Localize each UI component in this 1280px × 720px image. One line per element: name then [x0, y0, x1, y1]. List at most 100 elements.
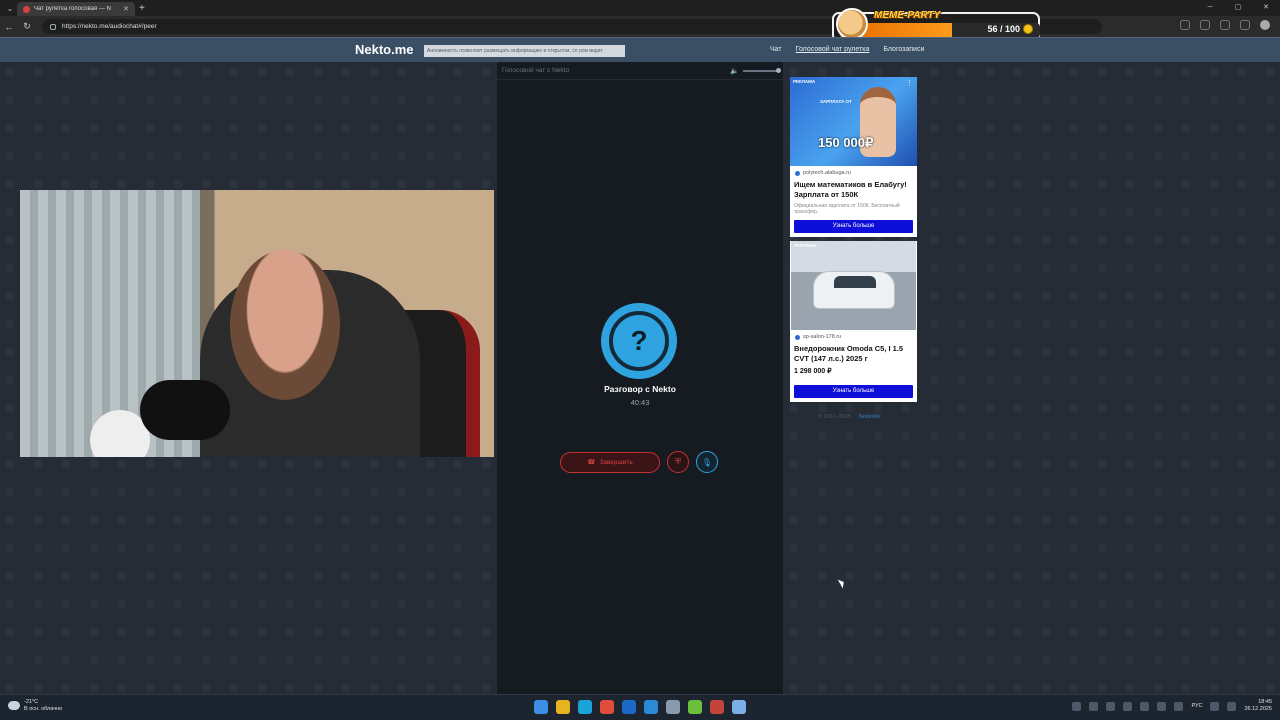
doge-icon: [836, 8, 868, 40]
footer-link[interactable]: NektoMe: [859, 414, 881, 420]
reader-icon[interactable]: [1180, 20, 1190, 30]
nav-item-chat[interactable]: Чат: [770, 46, 782, 53]
tray-app-icon[interactable]: [1174, 701, 1184, 711]
coin-icon: [1023, 24, 1033, 34]
ad-label: РЕКЛАМА: [794, 243, 817, 248]
volume-icon[interactable]: 🔈: [730, 67, 739, 75]
ad-title[interactable]: Ищем математиков в Елабугу! Зарплата от …: [794, 180, 913, 200]
voice-chat-panel: Голосовой чат с Nekto 🔈 ? Разговор с Nek…: [497, 62, 783, 694]
anonymity-notice: Анонимность позволяет размещать информац…: [424, 45, 625, 57]
taskbar-app-icon[interactable]: [600, 700, 614, 714]
taskbar-app-icon[interactable]: [710, 700, 724, 714]
tray-app-icon[interactable]: [1106, 701, 1116, 711]
taskbar-app-icon[interactable]: [622, 700, 636, 714]
ad-domain[interactable]: sp-salon-178.ru: [795, 334, 917, 340]
ad-title[interactable]: Внедорожник Omoda C5, I 1.5 CVT (147 л.с…: [794, 344, 913, 364]
site-logo[interactable]: Nekto.me: [355, 42, 414, 57]
window-controls: ─ ▢ ✕: [1196, 0, 1280, 16]
tray-chevron-icon[interactable]: [1072, 701, 1082, 711]
site-copyright: © 2011–2025 NektoMe: [818, 414, 881, 420]
ad-salary-amount: 150 000₽: [818, 135, 874, 150]
system-tray: РУС 18:45 26.12.2025: [1072, 699, 1272, 713]
clock-time: 18:45: [1258, 699, 1272, 705]
tab-list-chevron-icon[interactable]: ⌄: [3, 1, 17, 15]
profile-avatar[interactable]: [1260, 20, 1270, 30]
call-timer: 40:43: [630, 398, 650, 407]
reload-icon[interactable]: ↻: [18, 21, 36, 32]
taskbar-app-icon[interactable]: [578, 700, 592, 714]
mute-mic-button[interactable]: 🎙: [696, 451, 718, 473]
webcam-overlay: [20, 190, 494, 457]
site-info-icon[interactable]: [50, 23, 56, 30]
taskbar-apps: [534, 700, 746, 714]
weather-text: -21°C В осн. облачно: [24, 699, 62, 713]
nav-item-blog[interactable]: Блогозаписи: [883, 46, 924, 53]
tab-title: Чат рулетка голосовая — N: [34, 6, 111, 12]
weather-widget[interactable]: -21°C В осн. облачно: [8, 699, 62, 713]
more-options-icon[interactable]: ⋮: [906, 79, 913, 87]
ad-salary-caption: ЗАРПЛАТА ОТ: [820, 99, 852, 104]
taskbar-app-icon[interactable]: [732, 700, 746, 714]
extensions-icon[interactable]: [1220, 20, 1230, 30]
meme-party-title: MEME-PARTY: [874, 10, 941, 21]
panel-header: Голосовой чат с Nekto 🔈: [497, 62, 783, 80]
back-arrow-icon[interactable]: ←: [0, 22, 18, 32]
input-language[interactable]: РУС: [1191, 703, 1202, 709]
taskbar-app-icon[interactable]: [666, 700, 680, 714]
panel-title: Голосовой чат с Nekto: [502, 67, 570, 74]
nekto-favicon-icon: [23, 5, 30, 13]
ad-domain-text: polytech.alabuga.ru: [803, 170, 852, 176]
tray-app-icon[interactable]: [1089, 701, 1099, 711]
new-tab-button[interactable]: +: [139, 3, 145, 14]
address-url: https://nekto.me/audiochat#/peer: [62, 23, 157, 30]
hang-up-icon: ☎: [587, 459, 596, 466]
speaker-icon[interactable]: [1227, 701, 1237, 711]
site-nav: Чат Голосовой чат рулетка Блогозаписи: [770, 46, 924, 53]
ad-learn-more-button[interactable]: Узнать больше: [794, 385, 913, 398]
taskbar-app-icon[interactable]: [644, 700, 658, 714]
ad-image[interactable]: РЕКЛАМА ⋮ ЗАРПЛАТА ОТ 150 000₽: [790, 77, 917, 166]
volume-slider[interactable]: [743, 68, 781, 73]
cloud-icon: [8, 701, 20, 711]
weather-temp: -21°C: [24, 699, 39, 705]
ad-description: Официальная зарплата от 150К. Бесплатный…: [794, 202, 900, 216]
end-call-button[interactable]: ☎ Завершить: [560, 451, 660, 473]
webcam-person-head: [230, 250, 340, 400]
bookmark-star-icon[interactable]: [1200, 20, 1210, 30]
windows-taskbar: -21°C В осн. облачно РУС 18:45 26.12.202…: [0, 694, 1280, 720]
site-header: Nekto.me Анонимность позволяет размещать…: [0, 37, 1280, 62]
ad-banner-math-jobs[interactable]: РЕКЛАМА ⋮ ЗАРПЛАТА ОТ 150 000₽ polytech.…: [790, 77, 917, 237]
taskbar-app-icon[interactable]: [556, 700, 570, 714]
browser-tab-active[interactable]: Чат рулетка голосовая — N ✕: [17, 2, 135, 16]
close-window-button[interactable]: ✕: [1252, 0, 1280, 16]
volume-control[interactable]: 🔈: [730, 67, 781, 75]
ad-learn-more-button[interactable]: Узнать больше: [794, 220, 913, 233]
report-button[interactable]: ⛨: [667, 451, 689, 473]
minimize-button[interactable]: ─: [1196, 0, 1224, 16]
question-mark-icon: ?: [609, 311, 669, 371]
copyright-text: © 2011–2025: [818, 414, 851, 420]
call-controls: ☎ Завершить ⛨ 🎙: [560, 451, 718, 473]
taskbar-clock[interactable]: 18:45 26.12.2025: [1244, 699, 1272, 713]
webcam-microphone: [140, 380, 230, 440]
ad-banner-car[interactable]: РЕКЛАМА sp-salon-178.ru Внедорожник Omod…: [790, 241, 917, 402]
volume-slider-thumb[interactable]: [776, 68, 781, 73]
meme-progress-text: 56 / 100: [987, 24, 1020, 34]
nav-item-voice-chat[interactable]: Голосовой чат рулетка: [796, 46, 870, 53]
tray-app-icon[interactable]: [1140, 701, 1150, 711]
tray-app-icon[interactable]: [1157, 701, 1167, 711]
ad-label: РЕКЛАМА: [793, 79, 816, 84]
browser-tab-bar: ⌄ Чат рулетка голосовая — N ✕ + ─ ▢ ✕: [0, 0, 1280, 16]
browser-toolbar: ← ↻ https://nekto.me/audiochat#/peer: [0, 16, 1280, 37]
ad-domain[interactable]: polytech.alabuga.ru: [795, 170, 917, 176]
tray-app-icon[interactable]: [1123, 701, 1133, 711]
taskbar-app-icon[interactable]: [688, 700, 702, 714]
favorites-icon[interactable]: [1240, 20, 1250, 30]
maximize-button[interactable]: ▢: [1224, 0, 1252, 16]
ad-image[interactable]: РЕКЛАМА: [791, 241, 916, 330]
peer-avatar: ?: [601, 303, 677, 379]
tab-close-icon[interactable]: ✕: [123, 5, 129, 13]
taskbar-app-icon[interactable]: [534, 700, 548, 714]
network-icon[interactable]: [1210, 701, 1220, 711]
ad-domain-text: sp-salon-178.ru: [803, 334, 842, 340]
